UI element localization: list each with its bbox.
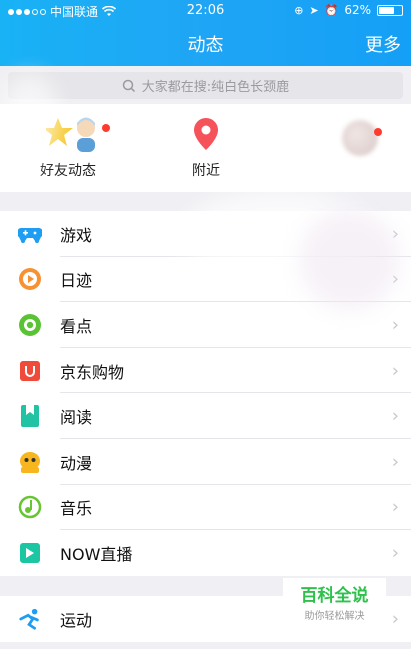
blur-overlay	[300, 210, 400, 310]
quick-nearby[interactable]: 附近	[146, 114, 266, 180]
chevron-right-icon: ›	[391, 314, 399, 336]
gamepad-icon	[18, 222, 42, 246]
watermark-badge: 百科全说 助你轻松解决	[283, 578, 386, 624]
list-item-jd[interactable]: 京东购物 ›	[0, 348, 411, 394]
list-label: 京东购物	[60, 362, 125, 382]
list-label: NOW直播	[60, 544, 133, 564]
location-icon: ➤	[309, 3, 319, 17]
list-label: 日迹	[60, 271, 93, 291]
list-item-comic[interactable]: 动漫 ›	[0, 439, 411, 485]
chevron-right-icon: ›	[391, 608, 399, 630]
quick-label-nearby: 附近	[192, 163, 220, 179]
now-live-icon	[18, 541, 42, 565]
list-label: 看点	[60, 316, 93, 336]
book-icon	[18, 404, 42, 428]
blur-overlay	[0, 74, 60, 164]
lock-rotation-icon: ⊕	[294, 3, 304, 17]
eye-icon	[18, 313, 42, 337]
list-item-now-live[interactable]: NOW直播 ›	[0, 530, 411, 576]
list-label: 阅读	[60, 408, 93, 428]
list-item-reading[interactable]: 阅读 ›	[0, 393, 411, 439]
more-button[interactable]: 更多	[365, 31, 401, 57]
running-icon	[18, 607, 42, 631]
page-title: 动态	[187, 35, 224, 56]
list-label: 音乐	[60, 499, 93, 519]
avatar-icon	[342, 120, 378, 156]
list-label: 游戏	[60, 225, 93, 245]
chevron-right-icon: ›	[391, 405, 399, 427]
chevron-right-icon: ›	[391, 360, 399, 382]
penguin-icon	[18, 450, 42, 474]
alarm-icon: ⏰	[324, 3, 339, 17]
watermark-subtitle: 助你轻松解决	[304, 611, 365, 622]
watermark-title: 百科全说	[300, 586, 369, 606]
music-note-icon	[18, 495, 42, 519]
search-placeholder: 大家都在搜:纯白色长颈鹿	[141, 80, 290, 95]
status-bar: 中国联通 22:06 ⊕ ➤ ⏰ 62%	[0, 0, 411, 22]
list-label: 运动	[60, 610, 93, 630]
list-label: 动漫	[60, 453, 93, 473]
location-pin-icon	[194, 118, 218, 150]
search-icon	[122, 79, 135, 92]
chevron-right-icon: ›	[391, 451, 399, 473]
battery-icon	[377, 4, 403, 16]
chevron-right-icon: ›	[391, 542, 399, 564]
quick-avatar-entry[interactable]	[300, 114, 411, 160]
quick-entries: 好友动态 附近	[0, 74, 411, 192]
battery-label: 62%	[344, 3, 371, 17]
list-item-music[interactable]: 音乐 ›	[0, 485, 411, 531]
jd-bag-icon	[18, 359, 42, 383]
nav-bar: 动态 更多	[0, 26, 411, 60]
search-bar[interactable]: 大家都在搜:纯白色长颈鹿	[8, 72, 403, 99]
play-circle-icon	[18, 267, 42, 291]
chevron-right-icon: ›	[391, 496, 399, 518]
